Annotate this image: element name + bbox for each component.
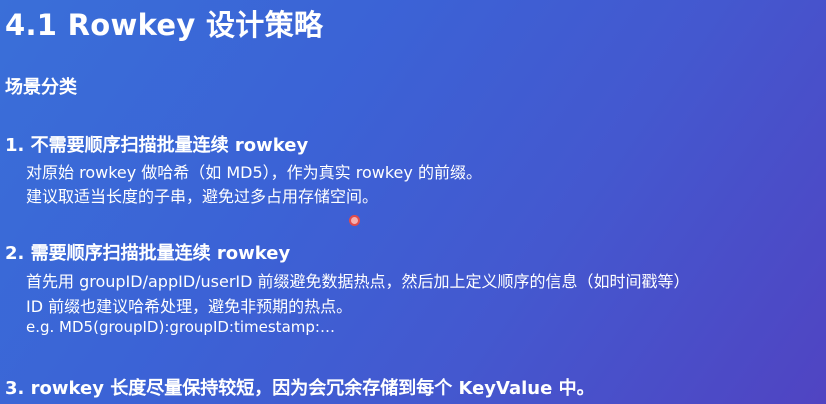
item-3-heading: 3. rowkey 长度尽量保持较短，因为会冗余存储到每个 KeyValue 中… bbox=[5, 378, 595, 399]
section-subtitle: 场景分类 bbox=[5, 77, 77, 98]
item-2-heading: 2. 需要顺序扫描批量连续 rowkey bbox=[5, 243, 291, 264]
item-1-heading: 1. 不需要顺序扫描批量连续 rowkey bbox=[5, 135, 309, 156]
mouse-pointer-indicator bbox=[349, 215, 360, 226]
item-2-line-1: 首先用 groupID/appID/userID 前缀避免数据热点，然后加上定义… bbox=[26, 272, 690, 291]
item-1-line-2: 建议取适当长度的子串，避免过多占用存储空间。 bbox=[26, 187, 379, 206]
item-2-line-2: ID 前缀也建议哈希处理，避免非预期的热点。 bbox=[26, 297, 353, 316]
item-1-line-1: 对原始 rowkey 做哈希（如 MD5），作为真实 rowkey 的前缀。 bbox=[26, 163, 482, 182]
slide: 4.1 Rowkey 设计策略 场景分类 1. 不需要顺序扫描批量连续 rowk… bbox=[0, 0, 826, 404]
slide-title: 4.1 Rowkey 设计策略 bbox=[5, 8, 324, 42]
item-2-example: e.g. MD5(groupID):groupID:timestamp:… bbox=[26, 318, 335, 336]
